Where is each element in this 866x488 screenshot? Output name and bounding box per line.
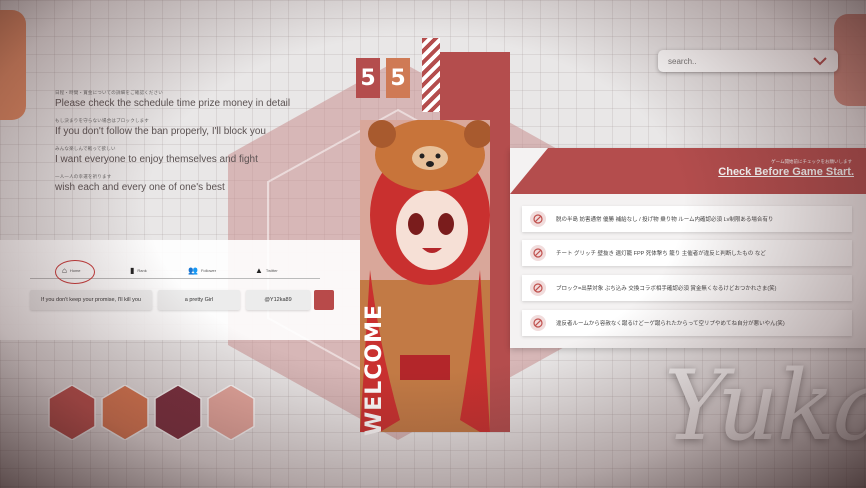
signature-text: Yuka [664,350,866,462]
profile-pill-handle[interactable]: @Y12ka89 [246,290,310,310]
rule-text: チート グリッチ 壁抜き 遺灯籠 FPP 死体撃ち 籠り 主催者が違反と判断した… [556,251,766,257]
palette-swatch [207,385,255,440]
home-icon: ⌂ [62,266,67,275]
corner-accent-left [0,10,26,120]
rule-item[interactable]: ブロック=出禁対象 ぶち込み 交換コラボ相手確認必須 賞金無くなるけどおつかれさ… [522,275,852,301]
rules-panel-subtitle: ゲーム開始前にチェックをお願いします [771,159,852,164]
rule-text: ブロック=出禁対象 ぶち込み 交換コラボ相手確認必須 賞金無くなるけどおつかれさ… [556,286,777,292]
info-subtext: みんな楽しんで戦って欲しい [55,146,116,151]
stripe-decoration [422,38,440,112]
stream-number-digit: 5 [386,58,410,98]
nav-item-follower[interactable]: 👥 Follower [188,266,216,275]
info-subtext: 一人一人の幸運を祈ります [55,174,112,179]
profile-pill-motto: If you don't keep your promise, I'll kil… [30,290,152,310]
rule-item[interactable]: 脱の半島 妨害通常 優勝 補給なし / 投げ物 乗り物 ルーム内確認必須 Lv制… [522,206,852,232]
color-palette [48,385,255,440]
search-input[interactable] [668,56,812,66]
info-block: 日程・時間・賞金についての詳細をご確認ください Please check the… [55,90,355,202]
info-text: wish each and every one of one's best [55,182,225,193]
rule-item[interactable]: チート グリッチ 壁抜き 遺灯籠 FPP 死体撃ち 籠り 主催者が違反と判断した… [522,240,852,266]
profile-color-button[interactable] [314,290,334,310]
prohibited-icon [530,280,546,296]
rule-item[interactable]: 違反者ルームから容赦なく蹴るけどーゲ蹴られたからって空リプやめてね自分が悪いやん… [522,310,852,336]
nav-label: Home [69,268,81,273]
prohibited-icon [530,211,546,227]
rules-panel-title[interactable]: Check Before Game Start. [718,166,854,178]
prohibited-icon [530,245,546,261]
nav-label: Rank [137,268,147,273]
nav-item-home[interactable]: ⌂ Home [62,266,81,275]
info-line: 日程・時間・賞金についての詳細をご確認ください Please check the… [55,90,355,109]
stream-number-digit: 5 [356,58,380,98]
prohibited-icon [530,315,546,331]
corner-accent-right [834,14,866,106]
header-notch [510,148,548,194]
rank-icon: ▮ [130,266,135,275]
warning-icon: ▲ [255,266,263,275]
info-subtext: もし決まりを守らない場合はブロックします [55,118,149,123]
rule-text: 脱の半島 妨害通常 優勝 補給なし / 投げ物 乗り物 ルーム内確認必須 Lv制… [556,217,774,223]
info-line: 一人一人の幸運を祈ります wish each and every one of … [55,174,355,193]
people-icon: 👥 [188,266,198,275]
palette-swatch [101,385,149,440]
info-text: Please check the schedule time prize mon… [55,98,291,109]
info-line: みんな楽しんで戦って欲しい I want everyone to enjoy t… [55,146,355,165]
nav-label: Twitter [265,268,278,273]
rule-text: 違反者ルームから容赦なく蹴るけどーゲ蹴られたからって空リプやめてね自分が悪いやん… [556,321,785,327]
welcome-text: WELCOME [362,303,387,436]
nav-item-rank[interactable]: ▮ Rank [130,266,147,275]
palette-swatch [154,385,202,440]
rules-panel: ゲーム開始前にチェックをお願いします Check Before Game Sta… [510,148,866,348]
nav-label: Follower [200,268,217,273]
search-box[interactable] [658,50,838,72]
info-subtext: 日程・時間・賞金についての詳細をご確認ください [55,90,163,95]
info-text: I want everyone to enjoy themselves and … [55,154,258,165]
info-line: もし決まりを守らない場合はブロックします If you don't follow… [55,118,355,137]
chevron-down-icon[interactable] [812,56,828,66]
palette-swatch [48,385,96,440]
info-text: If you don't follow the ban properly, I'… [55,126,266,137]
nav-item-twitter[interactable]: ▲ Twitter [255,266,278,275]
profile-pill-description: a pretty Girl [158,290,240,310]
